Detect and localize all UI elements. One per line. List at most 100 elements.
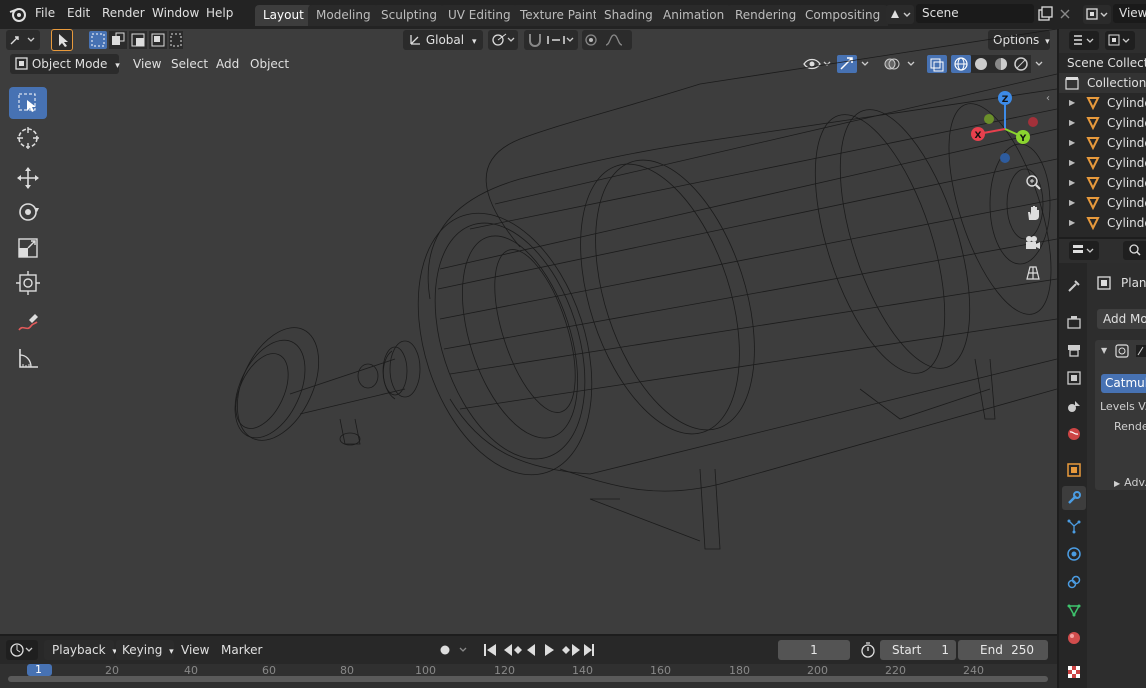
keying-dropdown[interactable]: Keying ▾ xyxy=(116,640,174,660)
tab-layout[interactable]: Layout xyxy=(255,5,312,26)
menu-edit[interactable]: Edit xyxy=(67,6,90,20)
outliner-editor-type-icon[interactable] xyxy=(1069,31,1099,50)
properties-search-icon[interactable] xyxy=(1123,241,1146,260)
frame-ruler[interactable]: 1 20 40 60 80 100 120 140 160 180 200 22… xyxy=(0,663,1057,688)
navigation-gizmo[interactable]: Z X Y xyxy=(965,89,1045,169)
tab-animation[interactable]: Animation xyxy=(655,5,733,26)
tab-sculpting[interactable]: Sculpting xyxy=(373,5,446,26)
outliner-item[interactable]: ▶ Cylinder xyxy=(1059,113,1146,133)
new-scene-icon[interactable] xyxy=(1036,5,1054,23)
particles-tab-icon[interactable] xyxy=(1062,514,1086,538)
perspective-grid-icon[interactable] xyxy=(1022,262,1044,284)
collapse-sidebar-icon[interactable]: ‹ xyxy=(1046,93,1050,104)
outliner-item[interactable]: ▶ Cylinder xyxy=(1059,153,1146,173)
top-bar: File Edit Render Window Help Layout Mode… xyxy=(0,0,1146,29)
expand-arrow-icon[interactable]: ▶ xyxy=(1069,173,1075,193)
render-tab-icon[interactable] xyxy=(1062,310,1086,334)
auto-keying-icon[interactable] xyxy=(434,640,472,660)
outliner[interactable]: Scene Collection Collection ▶ Cylinder ▶… xyxy=(1059,29,1146,237)
object-data-tab-icon[interactable] xyxy=(1062,598,1086,622)
tab-uv-editing[interactable]: UV Editing xyxy=(440,5,519,26)
start-label: Start xyxy=(892,643,922,657)
expand-arrow-icon[interactable]: ▶ xyxy=(1069,213,1075,233)
current-frame-field[interactable]: 1 xyxy=(778,640,850,660)
zoom-icon[interactable] xyxy=(1022,172,1044,194)
editor-type-icon[interactable] xyxy=(6,640,38,660)
outliner-scene-collection[interactable]: Scene Collection xyxy=(1059,53,1146,73)
scene-name-field[interactable]: Scene xyxy=(916,4,1034,23)
tab-shading[interactable]: Shading xyxy=(596,5,661,26)
playback-dropdown[interactable]: Playback ▾ xyxy=(44,640,117,660)
playback-label: Playback xyxy=(52,643,106,657)
scene-selector-icon[interactable] xyxy=(886,5,914,24)
playback-controls[interactable] xyxy=(478,640,600,660)
tab-compositing[interactable]: Compositing xyxy=(797,5,889,26)
gizmo-y-label: Y xyxy=(1019,134,1027,144)
collapse-arrow-icon[interactable]: ▼ xyxy=(1101,346,1107,355)
properties-editor-type-icon[interactable] xyxy=(1069,241,1099,260)
camera-view-icon[interactable] xyxy=(1022,232,1044,254)
outliner-collection-row[interactable]: Collection xyxy=(1059,73,1146,93)
object-icon xyxy=(1097,276,1111,293)
material-tab-icon[interactable] xyxy=(1062,626,1086,650)
chevron-down-icon: ▾ xyxy=(169,647,174,657)
outliner-item-label: Cylinder xyxy=(1107,216,1146,230)
start-frame-field[interactable]: Start 1 xyxy=(880,640,956,660)
subdivision-modifier-icon xyxy=(1115,344,1129,361)
world-tab-icon[interactable] xyxy=(1062,422,1086,446)
tab-rendering[interactable]: Rendering xyxy=(727,5,805,26)
view-layer-icon[interactable] xyxy=(1083,5,1111,24)
3d-viewport[interactable]: Global ▾ Options ▾ Object Mode ▾ View Se… xyxy=(0,29,1057,634)
outliner-item[interactable]: ▶ Cylinder xyxy=(1059,213,1146,233)
object-tab-icon[interactable] xyxy=(1062,458,1086,482)
outliner-item[interactable]: ▶ Cylinder xyxy=(1059,133,1146,153)
menu-window[interactable]: Window xyxy=(152,6,199,20)
end-frame-field[interactable]: End 250 xyxy=(958,640,1048,660)
advanced-subpanel[interactable]: ▶Adv... xyxy=(1114,476,1146,489)
modifier-tab-icon[interactable] xyxy=(1062,486,1086,510)
delete-scene-icon[interactable] xyxy=(1057,5,1073,23)
constraints-tab-icon[interactable] xyxy=(1062,570,1086,594)
catmull-clark-button[interactable]: Catmull-Clark xyxy=(1101,374,1146,393)
menu-file[interactable]: File xyxy=(35,6,55,20)
outliner-item-label: Cylinder xyxy=(1107,176,1146,190)
levels-viewport-label: Levels V... xyxy=(1100,400,1146,413)
end-label: End xyxy=(980,643,1003,657)
scene-tab-icon[interactable] xyxy=(1062,394,1086,418)
properties-editor[interactable]: Plane Add Modifier ▼ Catmull-Clark Level… xyxy=(1059,239,1146,688)
add-modifier-button[interactable]: Add Modifier xyxy=(1097,309,1146,329)
physics-tab-icon[interactable] xyxy=(1062,542,1086,566)
tab-texture-paint[interactable]: Texture Paint xyxy=(512,5,606,26)
output-tab-icon[interactable] xyxy=(1062,338,1086,362)
outliner-filter-icon[interactable] xyxy=(1105,31,1135,50)
collection-label: Collection xyxy=(1087,76,1146,90)
properties-tab-bar xyxy=(1059,263,1087,688)
expand-arrow-icon[interactable]: ▶ xyxy=(1069,93,1075,113)
expand-arrow-icon[interactable]: ▶ xyxy=(1069,193,1075,213)
end-value: 250 xyxy=(1011,643,1034,657)
menu-render[interactable]: Render xyxy=(102,6,145,20)
expand-arrow-icon[interactable]: ▶ xyxy=(1069,153,1075,173)
tab-modeling[interactable]: Modeling xyxy=(308,5,379,26)
menu-help[interactable]: Help xyxy=(206,6,233,20)
timeline-menu-view[interactable]: View xyxy=(181,640,209,660)
outliner-item[interactable]: ▶ Cylinder xyxy=(1059,173,1146,193)
timeline-menu-marker[interactable]: Marker xyxy=(221,640,262,660)
outliner-item[interactable]: ▶ Cylinder xyxy=(1059,93,1146,113)
outliner-header xyxy=(1059,29,1146,53)
outliner-item-label: Cylinder xyxy=(1107,196,1146,210)
outliner-item[interactable]: ▶ Cylinder xyxy=(1059,193,1146,213)
expand-arrow-icon: ▶ xyxy=(1114,479,1121,488)
modifier-name-field-icon[interactable] xyxy=(1135,344,1146,361)
expand-arrow-icon[interactable]: ▶ xyxy=(1069,133,1075,153)
expand-arrow-icon[interactable]: ▶ xyxy=(1069,113,1075,133)
blender-logo-icon[interactable] xyxy=(8,5,28,26)
preview-range-icon[interactable] xyxy=(858,640,878,660)
view-layer-field[interactable]: View xyxy=(1113,4,1146,23)
view-layer-tab-icon[interactable] xyxy=(1062,366,1086,390)
texture-tab-icon[interactable] xyxy=(1062,660,1086,684)
pan-hand-icon[interactable] xyxy=(1022,202,1044,224)
tool-settings-tab-icon[interactable] xyxy=(1062,274,1086,298)
timeline[interactable]: Playback ▾ Keying ▾ View Marker 1 Start … xyxy=(0,636,1057,688)
timeline-scrollbar[interactable] xyxy=(8,676,1048,682)
